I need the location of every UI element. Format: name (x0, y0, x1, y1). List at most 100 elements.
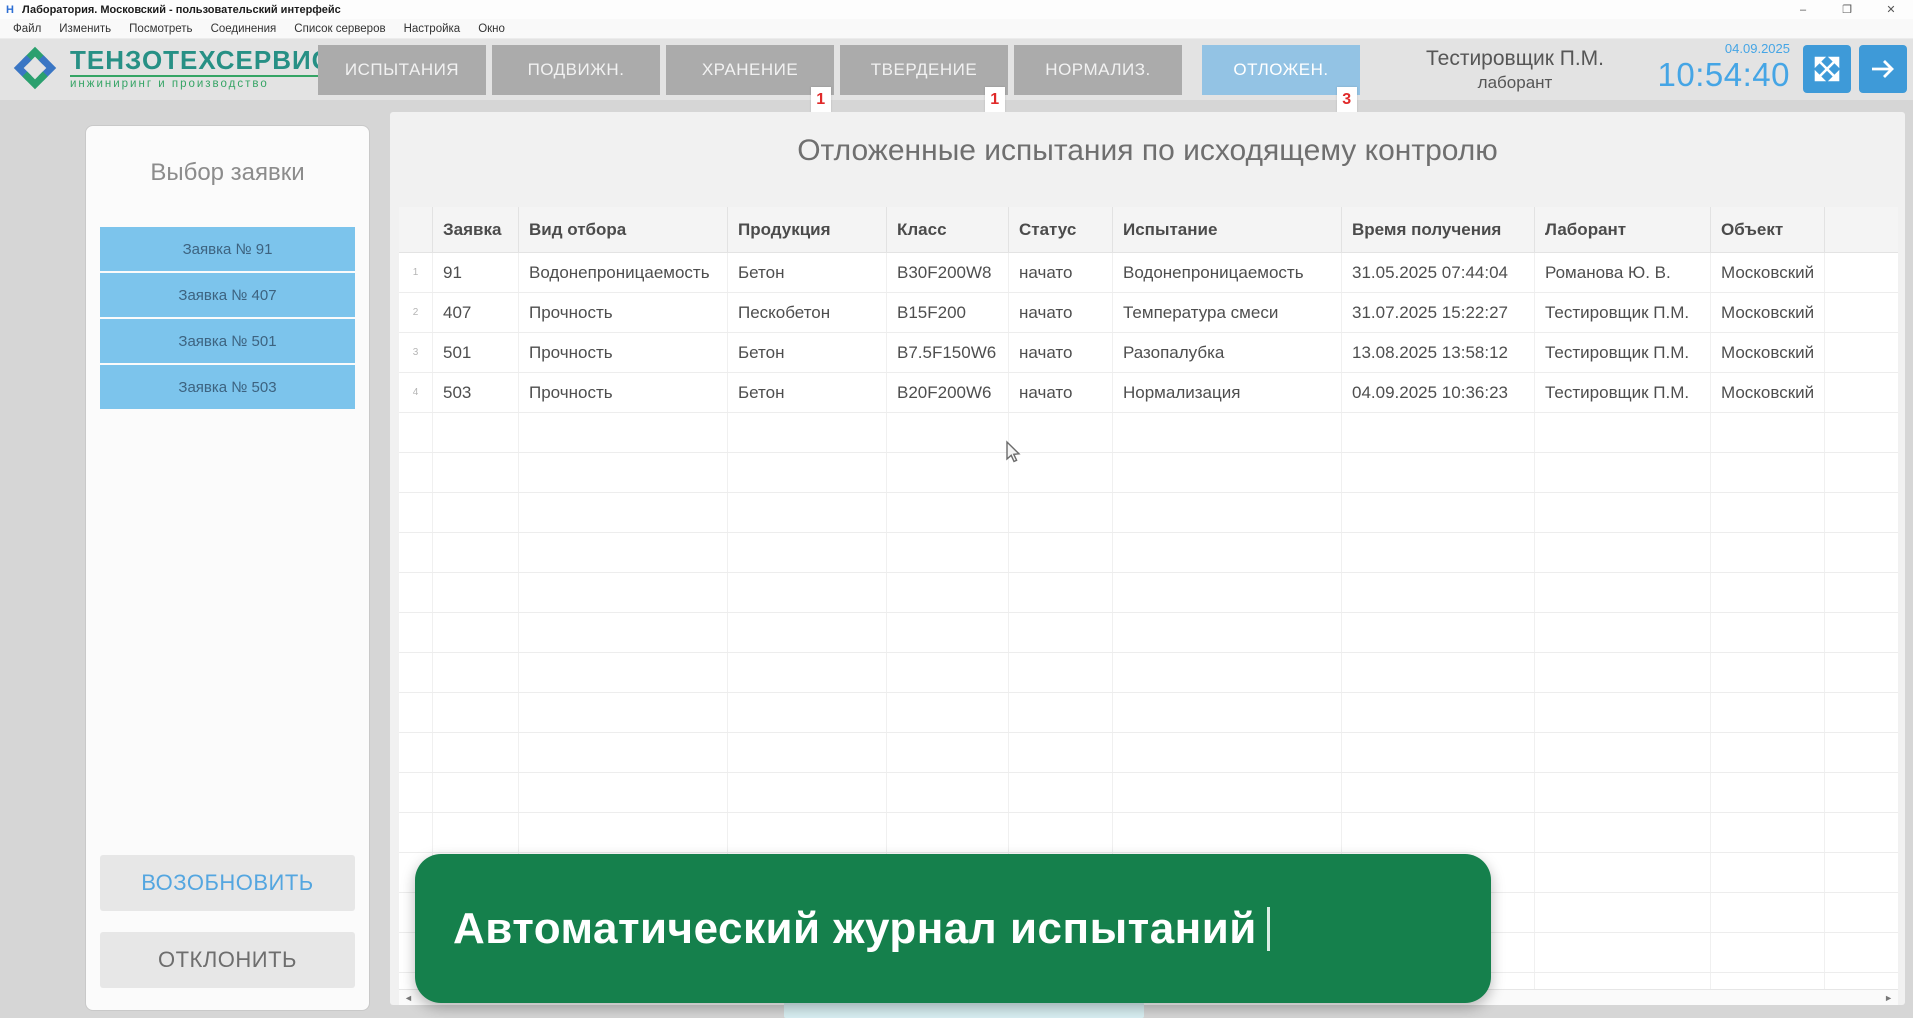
fullscreen-button[interactable] (1803, 45, 1851, 93)
cell (1342, 813, 1535, 852)
menu-item-3[interactable]: Посмотреть (120, 23, 201, 35)
row-index (399, 413, 433, 452)
cell (1711, 933, 1825, 972)
cell (433, 813, 519, 852)
clock-time: 10:54:40 (1620, 57, 1790, 93)
request-button-3[interactable]: Заявка № 501 (100, 319, 355, 363)
empty-row (399, 533, 1898, 573)
minimize-button[interactable]: – (1781, 0, 1825, 19)
scroll-left-icon[interactable]: ◄ (399, 993, 418, 1003)
cell (1535, 813, 1711, 852)
request-button-1[interactable]: Заявка № 91 (100, 227, 355, 271)
annotation-banner: Автоматический журнал испытаний (415, 854, 1491, 1003)
table-row[interactable]: 2407ПрочностьПескобетонB15F200начатоТемп… (399, 293, 1898, 333)
menu-item-7[interactable]: Окно (469, 23, 514, 35)
tab-подвижн[interactable]: ПОДВИЖН. (492, 45, 660, 95)
cell (1711, 813, 1825, 852)
tab-испытания[interactable]: ИСПЫТАНИЯ (318, 45, 486, 95)
arrow-right-icon (1869, 55, 1897, 83)
cell: начато (1009, 333, 1113, 372)
user-role: лаборант (1400, 72, 1630, 94)
column-header-5[interactable]: Статус (1009, 207, 1113, 252)
column-header-8[interactable]: Лаборант (1535, 207, 1711, 252)
cell (433, 413, 519, 452)
column-header-9[interactable]: Объект (1711, 207, 1825, 252)
request-button-2[interactable]: Заявка № 407 (100, 273, 355, 317)
menu-item-4[interactable]: Соединения (202, 23, 286, 35)
cell: Водонепроницаемость (1113, 253, 1342, 292)
cell: Температура смеси (1113, 293, 1342, 332)
company-logo: ТЕНЗОТЕХСЕРВИС инжиниринг и производство (8, 41, 331, 95)
cell (1535, 573, 1711, 612)
window-titlebar: Н Лаборатория. Московский - пользователь… (0, 0, 1913, 19)
cell (1009, 453, 1113, 492)
scroll-right-icon[interactable]: ► (1879, 993, 1898, 1003)
menu-item-6[interactable]: Настройка (395, 23, 470, 35)
row-index (399, 813, 433, 852)
cell (1535, 733, 1711, 772)
logo-icon (8, 41, 62, 95)
cell (1711, 973, 1825, 989)
cell (519, 573, 728, 612)
cell (1113, 453, 1342, 492)
window-title: Лаборатория. Московский - пользовательск… (22, 4, 341, 16)
cell (1711, 733, 1825, 772)
cell: Московский (1711, 293, 1825, 332)
row-index: 4 (399, 373, 433, 412)
table-row[interactable]: 3501ПрочностьБетонB7.5F150W6начатоРазопа… (399, 333, 1898, 373)
tab-отложен[interactable]: ОТЛОЖЕН.3 (1202, 45, 1360, 95)
column-header-4[interactable]: Класс (887, 207, 1009, 252)
cell (1535, 533, 1711, 572)
cell (433, 773, 519, 812)
request-button-4[interactable]: Заявка № 503 (100, 365, 355, 409)
empty-row (399, 653, 1898, 693)
tab-нормализ[interactable]: НОРМАЛИЗ. (1014, 45, 1182, 95)
table-row[interactable]: 191ВодонепроницаемостьБетонB30F200W8нача… (399, 253, 1898, 293)
row-index (399, 653, 433, 692)
header: ТЕНЗОТЕХСЕРВИС инжиниринг и производство… (0, 39, 1913, 100)
decline-button[interactable]: ОТКЛОНИТЬ (100, 932, 355, 988)
cell (887, 493, 1009, 532)
resume-button[interactable]: ВОЗОБНОВИТЬ (100, 855, 355, 911)
column-header-2[interactable]: Вид отбора (519, 207, 728, 252)
column-header-7[interactable]: Время получения (1342, 207, 1535, 252)
cell (728, 413, 887, 452)
cell (1113, 573, 1342, 612)
table-row[interactable]: 4503ПрочностьБетонB20F200W6начатоНормали… (399, 373, 1898, 413)
column-header-index (399, 207, 433, 252)
cell (1711, 653, 1825, 692)
cell: Прочность (519, 333, 728, 372)
column-header-6[interactable]: Испытание (1113, 207, 1342, 252)
tab-хранение[interactable]: ХРАНЕНИЕ1 (666, 45, 834, 95)
exit-button[interactable] (1859, 45, 1907, 93)
cell (519, 533, 728, 572)
row-index: 2 (399, 293, 433, 332)
tab-label: ТВЕРДЕНИЕ (871, 60, 977, 80)
cell: Прочность (519, 293, 728, 332)
maximize-button[interactable]: ❐ (1825, 0, 1869, 19)
tab-твердение[interactable]: ТВЕРДЕНИЕ1 (840, 45, 1008, 95)
cell (433, 733, 519, 772)
tab-badge: 1 (985, 87, 1005, 112)
cell (1711, 773, 1825, 812)
column-header-3[interactable]: Продукция (728, 207, 887, 252)
cell: Прочность (519, 373, 728, 412)
cell: Пескобетон (728, 293, 887, 332)
cell (1113, 413, 1342, 452)
cell (728, 573, 887, 612)
menu-item-2[interactable]: Изменить (50, 23, 120, 35)
empty-row (399, 773, 1898, 813)
column-header-1[interactable]: Заявка (433, 207, 519, 252)
cell (887, 573, 1009, 612)
cell (519, 493, 728, 532)
cell (1711, 453, 1825, 492)
cell (1342, 573, 1535, 612)
menu-item-5[interactable]: Список серверов (285, 23, 394, 35)
request-sidebar: Выбор заявки Заявка № 91Заявка № 407Заяв… (85, 125, 370, 1011)
cell (519, 613, 728, 652)
table-header-row: ЗаявкаВид отбораПродукцияКлассСтатусИспы… (399, 207, 1898, 253)
cell (1113, 613, 1342, 652)
cell (1711, 493, 1825, 532)
menu-item-1[interactable]: Файл (4, 23, 50, 35)
close-button[interactable]: ✕ (1869, 0, 1913, 19)
